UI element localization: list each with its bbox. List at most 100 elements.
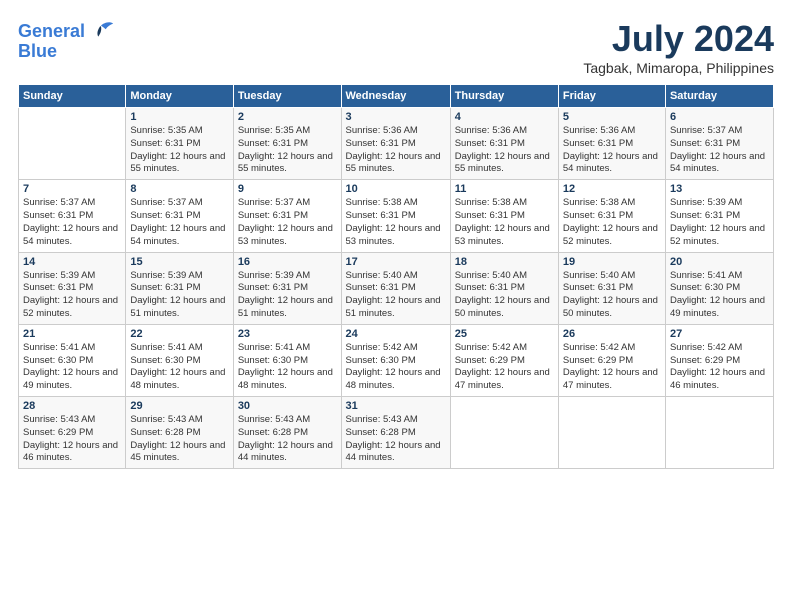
- cell-content: Sunrise: 5:43 AMSunset: 6:28 PMDaylight:…: [346, 414, 441, 463]
- table-row: 2 Sunrise: 5:35 AMSunset: 6:31 PMDayligh…: [233, 108, 341, 180]
- day-number: 3: [346, 111, 446, 123]
- table-row: 21 Sunrise: 5:41 AMSunset: 6:30 PMDaylig…: [19, 324, 126, 396]
- cell-content: Sunrise: 5:42 AMSunset: 6:29 PMDaylight:…: [563, 342, 658, 391]
- header-monday: Monday: [126, 85, 233, 108]
- day-number: 10: [346, 183, 446, 195]
- table-row: 25 Sunrise: 5:42 AMSunset: 6:29 PMDaylig…: [450, 324, 558, 396]
- month-year-title: July 2024: [583, 18, 774, 60]
- cell-content: Sunrise: 5:35 AMSunset: 6:31 PMDaylight:…: [238, 125, 333, 174]
- day-number: 9: [238, 183, 337, 195]
- cell-content: Sunrise: 5:40 AMSunset: 6:31 PMDaylight:…: [346, 270, 441, 319]
- cell-content: Sunrise: 5:40 AMSunset: 6:31 PMDaylight:…: [563, 270, 658, 319]
- table-row: 17 Sunrise: 5:40 AMSunset: 6:31 PMDaylig…: [341, 252, 450, 324]
- day-number: 27: [670, 328, 769, 340]
- table-row: 13 Sunrise: 5:39 AMSunset: 6:31 PMDaylig…: [665, 180, 773, 252]
- table-row: 26 Sunrise: 5:42 AMSunset: 6:29 PMDaylig…: [558, 324, 665, 396]
- table-row: 27 Sunrise: 5:42 AMSunset: 6:29 PMDaylig…: [665, 324, 773, 396]
- day-number: 12: [563, 183, 661, 195]
- table-row: 12 Sunrise: 5:38 AMSunset: 6:31 PMDaylig…: [558, 180, 665, 252]
- table-row: [450, 397, 558, 469]
- cell-content: Sunrise: 5:35 AMSunset: 6:31 PMDaylight:…: [130, 125, 225, 174]
- title-block: July 2024 Tagbak, Mimaropa, Philippines: [583, 18, 774, 76]
- table-row: 5 Sunrise: 5:36 AMSunset: 6:31 PMDayligh…: [558, 108, 665, 180]
- day-number: 11: [455, 183, 554, 195]
- cell-content: Sunrise: 5:41 AMSunset: 6:30 PMDaylight:…: [670, 270, 765, 319]
- day-number: 24: [346, 328, 446, 340]
- cell-content: Sunrise: 5:43 AMSunset: 6:29 PMDaylight:…: [23, 414, 118, 463]
- cell-content: Sunrise: 5:37 AMSunset: 6:31 PMDaylight:…: [670, 125, 765, 174]
- day-number: 16: [238, 256, 337, 268]
- table-row: 19 Sunrise: 5:40 AMSunset: 6:31 PMDaylig…: [558, 252, 665, 324]
- header-wednesday: Wednesday: [341, 85, 450, 108]
- day-number: 17: [346, 256, 446, 268]
- day-number: 25: [455, 328, 554, 340]
- calendar-table: Sunday Monday Tuesday Wednesday Thursday…: [18, 84, 774, 469]
- table-row: 31 Sunrise: 5:43 AMSunset: 6:28 PMDaylig…: [341, 397, 450, 469]
- cell-content: Sunrise: 5:36 AMSunset: 6:31 PMDaylight:…: [346, 125, 441, 174]
- cell-content: Sunrise: 5:38 AMSunset: 6:31 PMDaylight:…: [563, 197, 658, 246]
- day-number: 30: [238, 400, 337, 412]
- day-number: 29: [130, 400, 228, 412]
- cell-content: Sunrise: 5:38 AMSunset: 6:31 PMDaylight:…: [346, 197, 441, 246]
- cell-content: Sunrise: 5:43 AMSunset: 6:28 PMDaylight:…: [238, 414, 333, 463]
- cell-content: Sunrise: 5:37 AMSunset: 6:31 PMDaylight:…: [130, 197, 225, 246]
- cell-content: Sunrise: 5:39 AMSunset: 6:31 PMDaylight:…: [238, 270, 333, 319]
- day-number: 22: [130, 328, 228, 340]
- header: General Blue July 2024 Tagbak, Mimaropa,…: [18, 18, 774, 76]
- day-number: 19: [563, 256, 661, 268]
- day-number: 14: [23, 256, 121, 268]
- day-number: 6: [670, 111, 769, 123]
- cell-content: Sunrise: 5:37 AMSunset: 6:31 PMDaylight:…: [238, 197, 333, 246]
- cell-content: Sunrise: 5:37 AMSunset: 6:31 PMDaylight:…: [23, 197, 118, 246]
- table-row: 1 Sunrise: 5:35 AMSunset: 6:31 PMDayligh…: [126, 108, 233, 180]
- cell-content: Sunrise: 5:42 AMSunset: 6:30 PMDaylight:…: [346, 342, 441, 391]
- cell-content: Sunrise: 5:43 AMSunset: 6:28 PMDaylight:…: [130, 414, 225, 463]
- cell-content: Sunrise: 5:42 AMSunset: 6:29 PMDaylight:…: [670, 342, 765, 391]
- table-row: [665, 397, 773, 469]
- calendar-week-row: 7 Sunrise: 5:37 AMSunset: 6:31 PMDayligh…: [19, 180, 774, 252]
- cell-content: Sunrise: 5:39 AMSunset: 6:31 PMDaylight:…: [23, 270, 118, 319]
- cell-content: Sunrise: 5:36 AMSunset: 6:31 PMDaylight:…: [563, 125, 658, 174]
- day-number: 23: [238, 328, 337, 340]
- cell-content: Sunrise: 5:41 AMSunset: 6:30 PMDaylight:…: [238, 342, 333, 391]
- calendar-week-row: 28 Sunrise: 5:43 AMSunset: 6:29 PMDaylig…: [19, 397, 774, 469]
- cell-content: Sunrise: 5:38 AMSunset: 6:31 PMDaylight:…: [455, 197, 550, 246]
- cell-content: Sunrise: 5:40 AMSunset: 6:31 PMDaylight:…: [455, 270, 550, 319]
- table-row: 11 Sunrise: 5:38 AMSunset: 6:31 PMDaylig…: [450, 180, 558, 252]
- day-number: 18: [455, 256, 554, 268]
- day-number: 20: [670, 256, 769, 268]
- cell-content: Sunrise: 5:39 AMSunset: 6:31 PMDaylight:…: [670, 197, 765, 246]
- calendar-week-row: 14 Sunrise: 5:39 AMSunset: 6:31 PMDaylig…: [19, 252, 774, 324]
- logo: General Blue: [18, 18, 115, 62]
- table-row: 20 Sunrise: 5:41 AMSunset: 6:30 PMDaylig…: [665, 252, 773, 324]
- table-row: 24 Sunrise: 5:42 AMSunset: 6:30 PMDaylig…: [341, 324, 450, 396]
- page-container: General Blue July 2024 Tagbak, Mimaropa,…: [0, 0, 792, 479]
- table-row: 29 Sunrise: 5:43 AMSunset: 6:28 PMDaylig…: [126, 397, 233, 469]
- header-tuesday: Tuesday: [233, 85, 341, 108]
- day-number: 26: [563, 328, 661, 340]
- cell-content: Sunrise: 5:41 AMSunset: 6:30 PMDaylight:…: [130, 342, 225, 391]
- day-number: 4: [455, 111, 554, 123]
- header-sunday: Sunday: [19, 85, 126, 108]
- calendar-header-row: Sunday Monday Tuesday Wednesday Thursday…: [19, 85, 774, 108]
- table-row: 4 Sunrise: 5:36 AMSunset: 6:31 PMDayligh…: [450, 108, 558, 180]
- header-thursday: Thursday: [450, 85, 558, 108]
- cell-content: Sunrise: 5:36 AMSunset: 6:31 PMDaylight:…: [455, 125, 550, 174]
- calendar-week-row: 21 Sunrise: 5:41 AMSunset: 6:30 PMDaylig…: [19, 324, 774, 396]
- table-row: 14 Sunrise: 5:39 AMSunset: 6:31 PMDaylig…: [19, 252, 126, 324]
- table-row: [558, 397, 665, 469]
- day-number: 1: [130, 111, 228, 123]
- calendar-week-row: 1 Sunrise: 5:35 AMSunset: 6:31 PMDayligh…: [19, 108, 774, 180]
- table-row: 6 Sunrise: 5:37 AMSunset: 6:31 PMDayligh…: [665, 108, 773, 180]
- header-saturday: Saturday: [665, 85, 773, 108]
- day-number: 8: [130, 183, 228, 195]
- logo-bird-icon: [87, 18, 115, 46]
- table-row: 28 Sunrise: 5:43 AMSunset: 6:29 PMDaylig…: [19, 397, 126, 469]
- table-row: 8 Sunrise: 5:37 AMSunset: 6:31 PMDayligh…: [126, 180, 233, 252]
- table-row: 7 Sunrise: 5:37 AMSunset: 6:31 PMDayligh…: [19, 180, 126, 252]
- day-number: 31: [346, 400, 446, 412]
- day-number: 5: [563, 111, 661, 123]
- day-number: 7: [23, 183, 121, 195]
- header-friday: Friday: [558, 85, 665, 108]
- logo-text: General: [18, 22, 85, 42]
